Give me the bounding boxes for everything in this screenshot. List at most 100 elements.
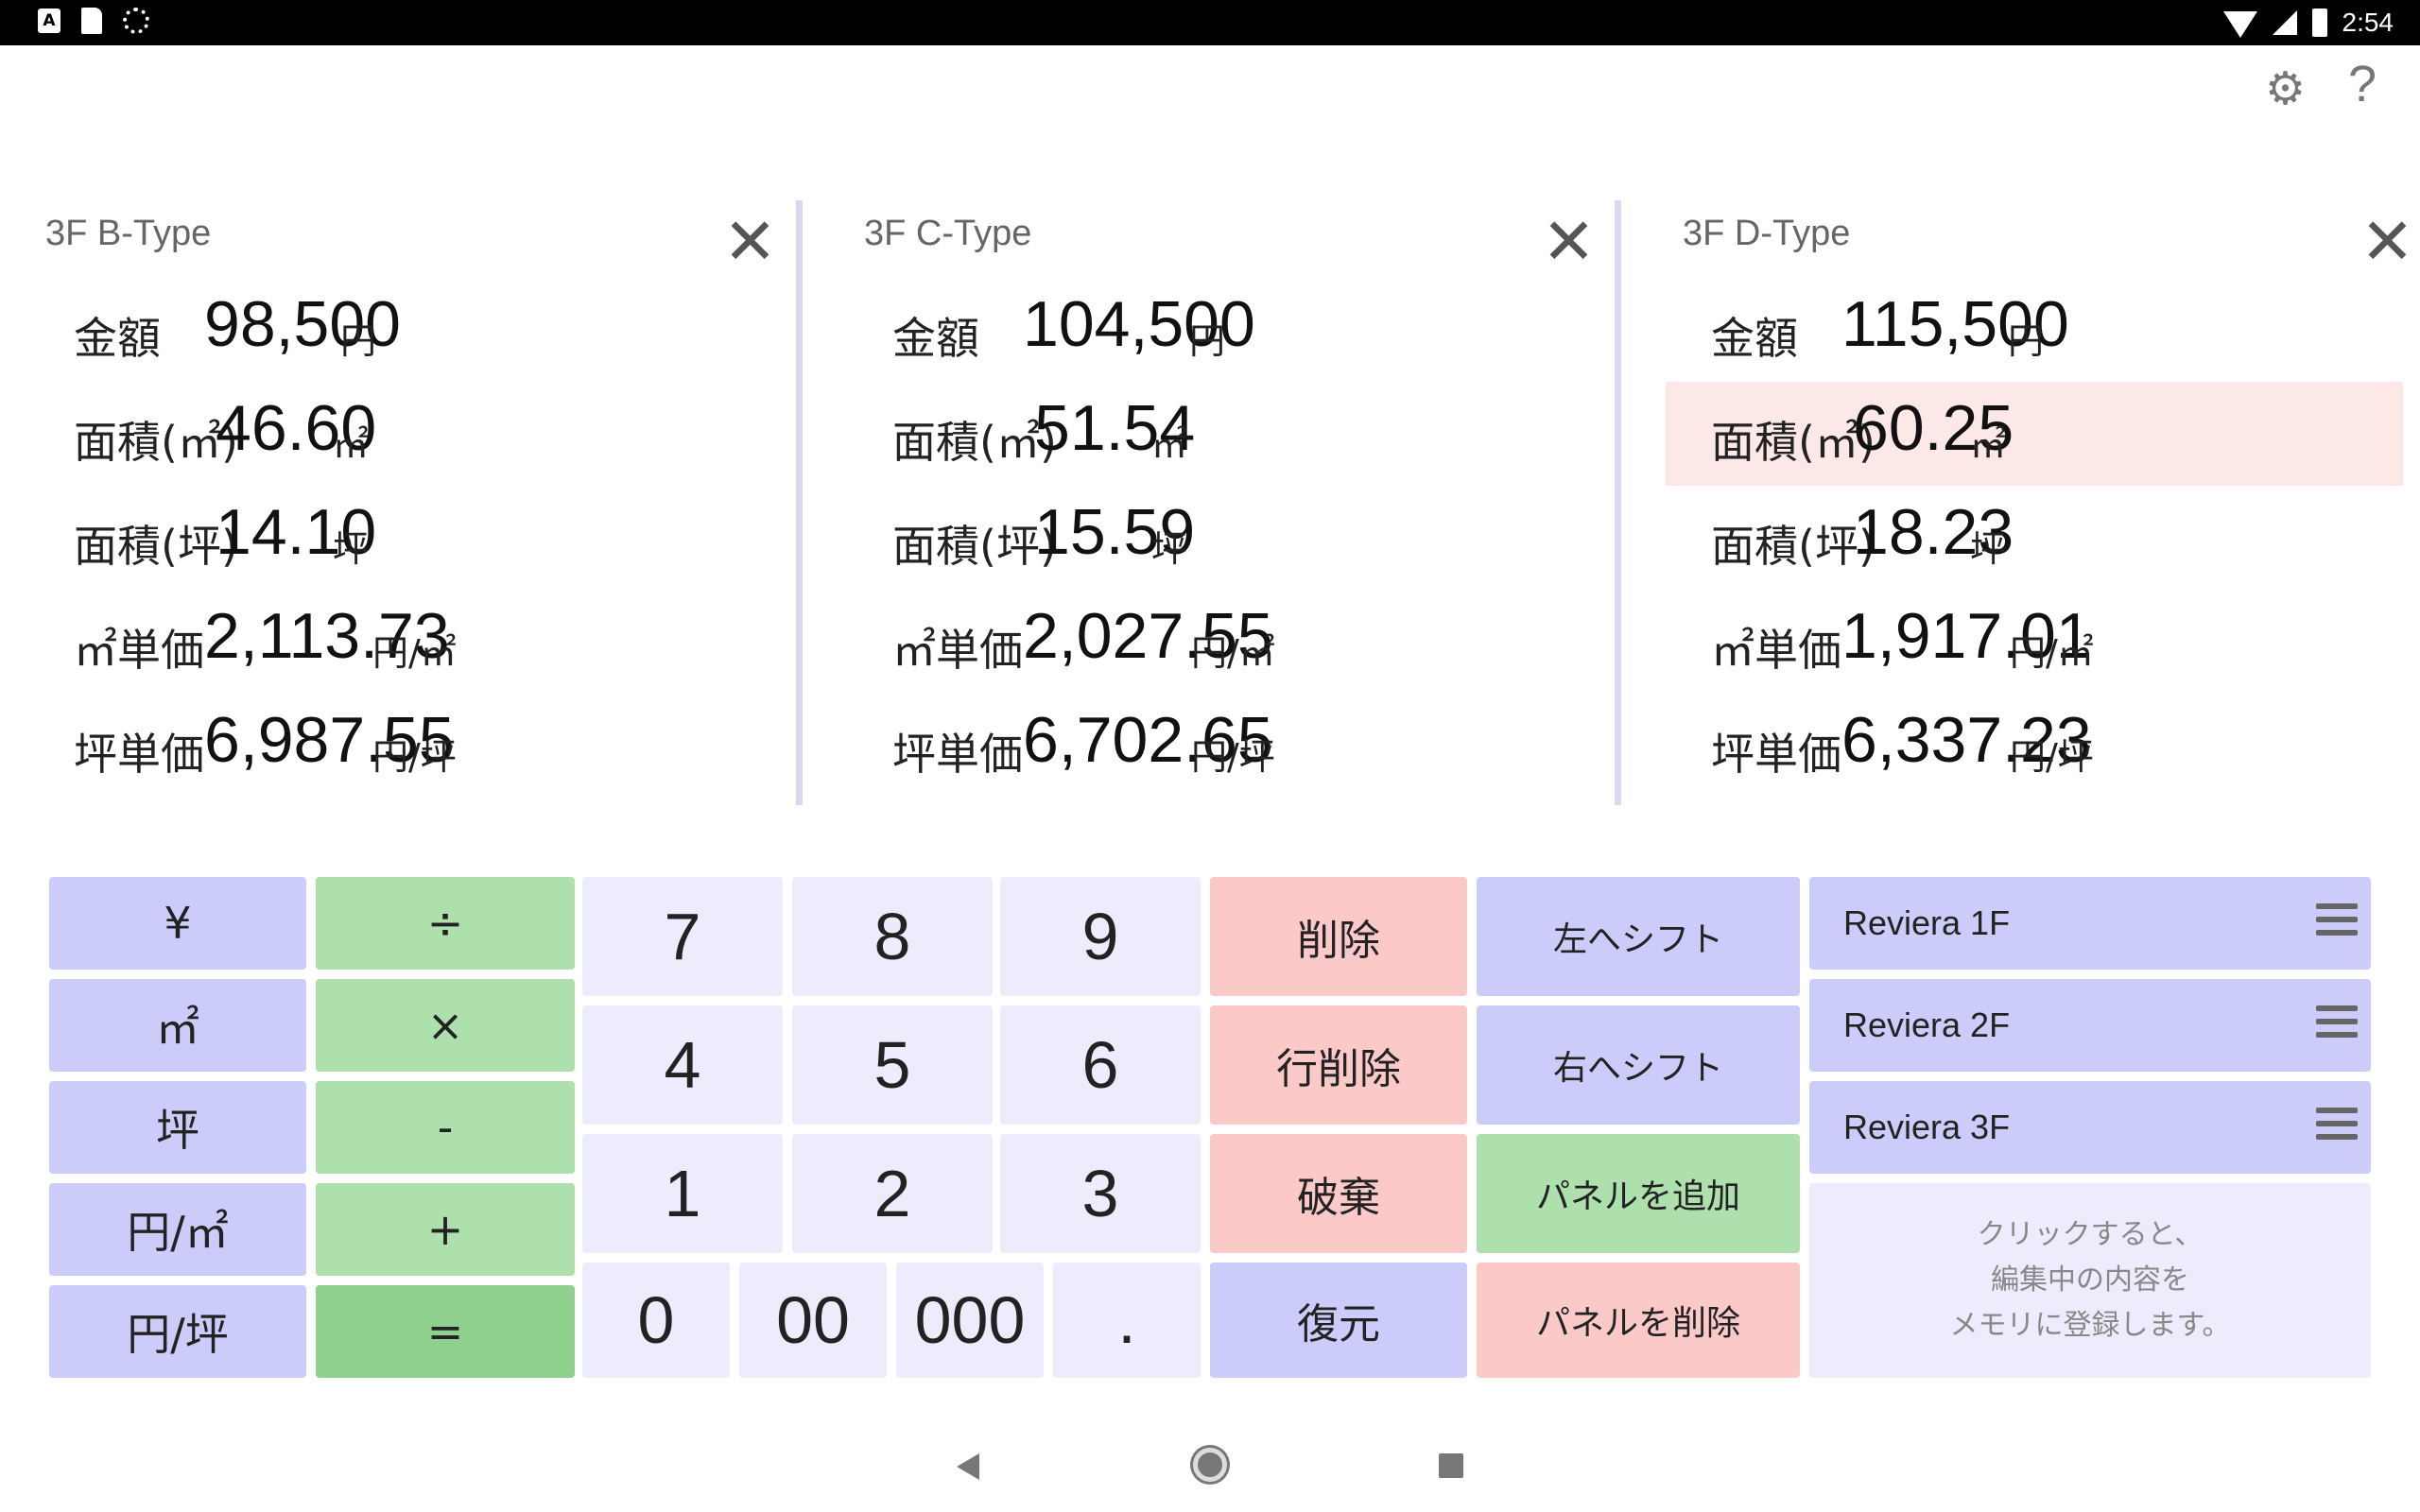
delete-row-button[interactable]: 行削除 [1210, 1005, 1467, 1125]
row-price-per-tsubo[interactable]: 坪単価 6,987.55 円/坪 [28, 694, 766, 798]
key-decimal[interactable]: . [1053, 1263, 1201, 1378]
memory-item-label: Reviera 1F [1843, 903, 2011, 942]
key-equals[interactable]: = [316, 1285, 575, 1378]
row-unit: 円 [1189, 320, 1226, 362]
key-0[interactable]: 0 [582, 1263, 730, 1378]
row-price[interactable]: 金額 104,500 円 [847, 278, 1584, 382]
panel-divider [796, 200, 803, 805]
row-price[interactable]: 金額 115,500 円 [1666, 278, 2403, 382]
row-unit: ㎡ [1151, 424, 1188, 466]
row-unit: 円/㎡ [1191, 632, 1275, 674]
key-subtract[interactable]: - [316, 1081, 575, 1174]
key-1[interactable]: 1 [582, 1134, 783, 1253]
key-yen-per-m2[interactable]: 円/㎡ [49, 1183, 306, 1276]
hint-line: クリックすると、 [1977, 1218, 2204, 1251]
shift-right-button[interactable]: 右へシフト [1477, 1005, 1800, 1125]
key-m2[interactable]: ㎡ [49, 979, 306, 1072]
row-label: 面積(㎡) [1711, 417, 1876, 468]
key-yen[interactable]: ¥ [49, 877, 306, 970]
key-00[interactable]: 00 [739, 1263, 887, 1378]
status-bar: A 2:54 [0, 0, 2420, 45]
row-label: 金額 [1711, 313, 1798, 364]
key-5[interactable]: 5 [792, 1005, 993, 1125]
save-to-memory-button[interactable]: クリックすると、 編集中の内容を メモリに登録します。 [1809, 1183, 2371, 1378]
row-price[interactable]: 金額 98,500 円 [28, 278, 766, 382]
panel-d-type[interactable]: 3F D-Type ✕ 金額 115,500 円 面積(㎡) 60.25 ㎡ 面… [1666, 200, 2420, 805]
memory-item-label: Reviera 2F [1843, 1005, 2011, 1044]
drag-handle-icon[interactable] [2316, 1005, 2358, 1045]
row-label: ㎡単価 [74, 625, 204, 676]
drag-handle-icon[interactable] [2316, 1108, 2358, 1147]
battery-icon [2311, 9, 2327, 37]
row-label: 面積(坪) [892, 521, 1057, 572]
row-label: 面積(㎡) [74, 417, 238, 468]
memory-item[interactable]: Reviera 2F [1809, 979, 2371, 1072]
row-price-per-tsubo[interactable]: 坪単価 6,702.65 円/坪 [847, 694, 1584, 798]
key-multiply[interactable]: × [316, 979, 575, 1072]
memory-item[interactable]: Reviera 1F [1809, 877, 2371, 970]
row-label: 坪単価 [74, 729, 204, 780]
hint-line: 編集中の内容を [1991, 1263, 2189, 1297]
restore-button[interactable]: 復元 [1210, 1263, 1467, 1378]
recent-apps-icon[interactable] [1439, 1453, 1463, 1478]
row-area-tsubo[interactable]: 面積(坪) 18.23 坪 [1666, 486, 2403, 590]
row-label: 坪単価 [892, 729, 1023, 780]
row-area-tsubo[interactable]: 面積(坪) 14.10 坪 [28, 486, 766, 590]
key-000[interactable]: 000 [896, 1263, 1044, 1378]
row-unit: 円/坪 [372, 736, 457, 778]
key-add[interactable]: + [316, 1183, 575, 1276]
row-unit: 坪 [1151, 528, 1188, 570]
keyboard-notification-icon: A [38, 9, 60, 33]
discard-button[interactable]: 破棄 [1210, 1134, 1467, 1253]
row-price-per-m2[interactable]: ㎡単価 2,027.55 円/㎡ [847, 590, 1584, 694]
panel-divider [1615, 200, 1621, 805]
row-label: 金額 [74, 313, 161, 364]
row-area-tsubo[interactable]: 面積(坪) 15.59 坪 [847, 486, 1584, 590]
shift-left-button[interactable]: 左へシフト [1477, 877, 1800, 996]
memory-item[interactable]: Reviera 3F [1809, 1081, 2371, 1174]
close-icon[interactable]: ✕ [723, 210, 777, 274]
key-divide[interactable]: ÷ [316, 877, 575, 970]
help-icon[interactable]: ? [2348, 59, 2377, 110]
row-unit: 円/坪 [2010, 736, 2094, 778]
panel-c-type[interactable]: 3F C-Type ✕ 金額 104,500 円 面積(㎡) 51.54 ㎡ 面… [847, 200, 1622, 805]
clock: 2:54 [2342, 8, 2394, 37]
delete-panel-button[interactable]: パネルを削除 [1477, 1263, 1800, 1378]
sync-icon [123, 8, 149, 34]
back-icon[interactable] [957, 1453, 979, 1480]
key-tsubo[interactable]: 坪 [49, 1081, 306, 1174]
row-label: 金額 [892, 313, 979, 364]
panel-b-type[interactable]: 3F B-Type ✕ 金額 98,500 円 面積(㎡) 46.60 ㎡ 面積… [28, 200, 804, 805]
key-4[interactable]: 4 [582, 1005, 783, 1125]
memory-item-label: Reviera 3F [1843, 1108, 2011, 1146]
key-yen-per-tsubo[interactable]: 円/坪 [49, 1285, 306, 1378]
row-label: 面積(坪) [1711, 521, 1876, 572]
key-7[interactable]: 7 [582, 877, 783, 996]
sd-card-icon [81, 8, 102, 34]
close-icon[interactable]: ✕ [2360, 210, 2414, 274]
key-2[interactable]: 2 [792, 1134, 993, 1253]
drag-handle-icon[interactable] [2316, 903, 2358, 943]
key-9[interactable]: 9 [1000, 877, 1201, 996]
home-icon[interactable] [1193, 1448, 1227, 1482]
row-area-m2[interactable]: 面積(㎡) 46.60 ㎡ [28, 382, 766, 486]
delete-button[interactable]: 削除 [1210, 877, 1467, 996]
row-area-m2-selected[interactable]: 面積(㎡) 60.25 ㎡ [1666, 382, 2403, 486]
row-price-per-tsubo[interactable]: 坪単価 6,337.23 円/坪 [1666, 694, 2403, 798]
add-panel-button[interactable]: パネルを追加 [1477, 1134, 1800, 1253]
row-unit: 円 [340, 320, 377, 362]
gear-icon[interactable]: ⚙ [2265, 66, 2306, 112]
signal-icon [2272, 10, 2297, 35]
row-area-m2[interactable]: 面積(㎡) 51.54 ㎡ [847, 382, 1584, 486]
close-icon[interactable]: ✕ [1542, 210, 1596, 274]
key-6[interactable]: 6 [1000, 1005, 1201, 1125]
row-price-per-m2[interactable]: ㎡単価 2,113.73 円/㎡ [28, 590, 766, 694]
row-price-per-m2[interactable]: ㎡単価 1,917.01 円/㎡ [1666, 590, 2403, 694]
system-icons: 2:54 [2222, 4, 2394, 42]
key-8[interactable]: 8 [792, 877, 993, 996]
row-unit: 円/坪 [1191, 736, 1275, 778]
key-3[interactable]: 3 [1000, 1134, 1201, 1253]
panel-title: 3F C-Type [864, 214, 1032, 253]
row-label: ㎡単価 [1711, 625, 1841, 676]
row-label: 坪単価 [1711, 729, 1841, 780]
